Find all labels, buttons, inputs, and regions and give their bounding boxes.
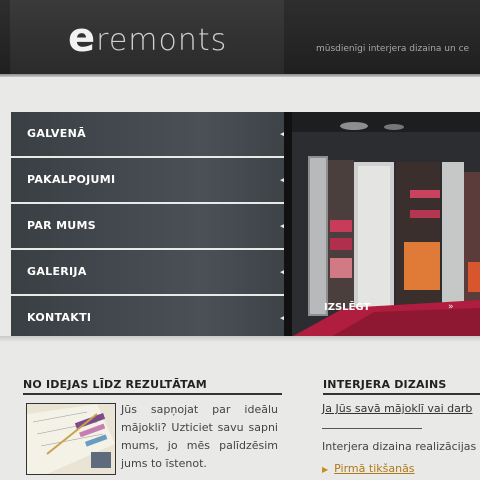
- nav-item-label: PAKALPOJUMI: [27, 173, 116, 186]
- nav-item-galvena[interactable]: GALVENĀ ◀: [11, 112, 285, 156]
- nav-item-par-mums[interactable]: PAR MUMS ◀: [11, 204, 285, 248]
- design-plan-image: [27, 404, 115, 474]
- nav-item-kontakti[interactable]: KONTAKTI ◀: [11, 296, 285, 340]
- site-logo[interactable]: e remonts: [68, 18, 227, 58]
- site-tagline: mūsdienīgi interjera dizaina un ce: [316, 44, 470, 54]
- section-separator: [322, 428, 422, 429]
- nav-item-label: PAR MUMS: [27, 219, 97, 232]
- logo-wordmark: remonts: [96, 23, 228, 58]
- first-meeting-label: Pirmā tikšanās: [334, 462, 415, 475]
- section-divider: [23, 393, 282, 395]
- nav-item-label: KONTAKTI: [27, 311, 92, 324]
- nav-item-pakalpojumi[interactable]: PAKALPOJUMI ◀: [11, 158, 285, 202]
- design-plan-thumbnail[interactable]: [26, 403, 116, 475]
- logo-e-mark: e: [68, 15, 95, 61]
- interior-design-text: Interjera dizaina realizācijas: [322, 440, 477, 453]
- interior-design-link[interactable]: Ja Jūs savā mājoklī vai darb: [322, 402, 472, 415]
- main-nav: GALVENĀ ◀ PAKALPOJUMI ◀ PAR MUMS ◀ GALER…: [11, 112, 285, 341]
- section-title-ideas: NO IDEJAS LĪDZ REZULTĀTAM: [23, 378, 207, 391]
- section-title-interior-design: INTERJERA DIZAINS: [323, 378, 447, 391]
- section-divider: [323, 393, 480, 395]
- first-meeting-link[interactable]: ▶ Pirmā tikšanās: [322, 462, 415, 475]
- nav-item-label: GALVENĀ: [27, 127, 86, 140]
- slideshow-toggle-button[interactable]: IZSLĒGT: [324, 302, 370, 313]
- logo-panel: e remonts: [10, 0, 284, 76]
- section-ideas-text: Jūs sapņojat par ideālu mājokli? Uzticie…: [121, 403, 278, 470]
- hero-shadow-divider: [0, 336, 480, 342]
- nav-item-label: GALERIJA: [27, 265, 87, 278]
- header-divider: [0, 74, 480, 77]
- bullet-arrow-icon: ▶: [322, 465, 329, 474]
- nav-item-galerija[interactable]: GALERIJA ◀: [11, 250, 285, 294]
- hero-slideshow: IZSLĒGT »: [284, 112, 480, 341]
- next-arrow-icon[interactable]: »: [448, 302, 454, 312]
- site-header: e remonts mūsdienīgi interjera dizaina un…: [0, 0, 480, 77]
